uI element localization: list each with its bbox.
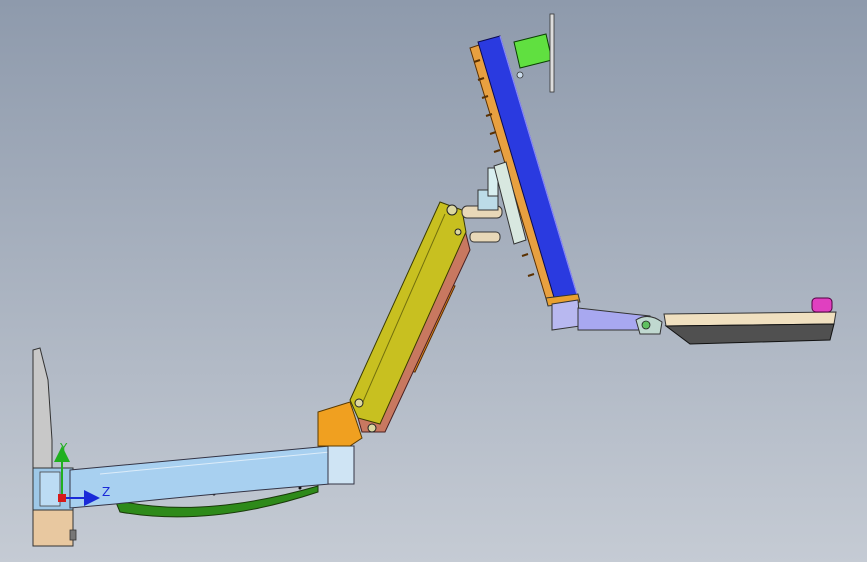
cad-viewport[interactable]: Y Z bbox=[0, 0, 867, 562]
x-axis-origin bbox=[58, 494, 66, 502]
mount-screw bbox=[516, 71, 524, 79]
keyboard-tray[interactable] bbox=[664, 323, 835, 345]
swivel-knob bbox=[641, 320, 651, 330]
mount-plate bbox=[549, 13, 555, 93]
assembly-drawing: Y Z bbox=[0, 0, 867, 562]
lower-pivot-bolt-2 bbox=[367, 423, 377, 433]
keyboard-arm-post bbox=[551, 299, 581, 331]
pivot-collar bbox=[39, 471, 61, 507]
hinge-barrel-bottom[interactable] bbox=[469, 231, 501, 243]
mouse[interactable] bbox=[811, 297, 833, 313]
upper-pivot-bolt-small bbox=[454, 228, 462, 236]
wall-bracket[interactable] bbox=[32, 507, 74, 547]
z-axis-label: Z bbox=[102, 485, 110, 499]
wall-screw bbox=[69, 529, 77, 541]
lower-pivot-bolt bbox=[354, 398, 364, 408]
y-axis-label: Y bbox=[59, 441, 68, 455]
upper-pivot-bolt bbox=[446, 204, 458, 216]
lower-arm-end-cap bbox=[327, 445, 355, 485]
